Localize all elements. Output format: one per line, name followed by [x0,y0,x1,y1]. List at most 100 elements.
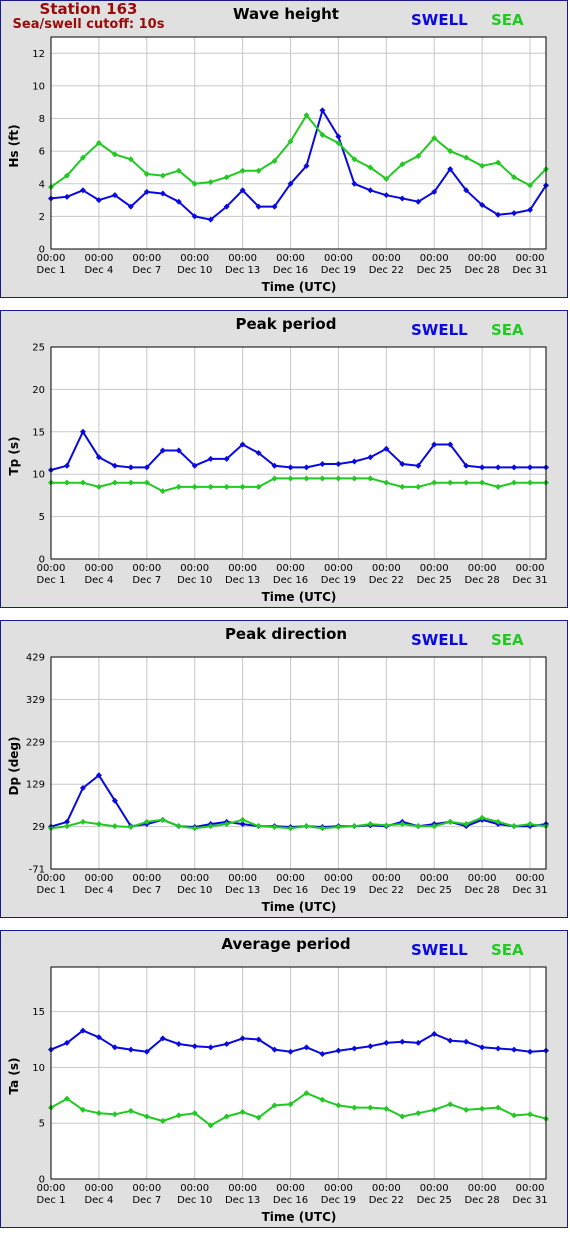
y-tick-label: 2 [39,212,45,223]
x-tick-time: 00:00 [372,1183,401,1194]
average-period-panel: 0 5 10 15 00:00 Dec 1 00:00 Dec 4 00:00 Dec 7 00:0… [0,930,568,1228]
y-tick-label: 329 [26,695,45,706]
x-tick-date: Dec 13 [225,1195,260,1206]
y-tick-label: 15 [32,1007,45,1018]
chart-title: Wave height [233,5,339,23]
x-tick-time: 00:00 [84,873,113,884]
x-tick-date: Dec 7 [132,885,161,896]
legend-sea: SEA [491,321,524,339]
x-tick-time: 00:00 [516,873,545,884]
x-tick-time: 00:00 [516,1183,545,1194]
x-tick-date: Dec 31 [512,885,547,896]
x-tick-date: Dec 4 [84,885,113,896]
y-tick-label: 5 [39,512,45,523]
y-axis-label: Hs (ft) [7,124,21,168]
x-tick-date: Dec 16 [273,1195,308,1206]
x-tick-time: 00:00 [132,1183,161,1194]
y-tick-label: 25 [32,343,45,354]
x-tick-time: 00:00 [228,873,257,884]
x-tick-time: 00:00 [372,873,401,884]
plot-area [51,347,546,559]
x-tick-date: Dec 4 [84,265,113,276]
x-tick-date: Dec 13 [225,265,260,276]
legend-swell: SWELL [411,941,468,959]
x-tick-time: 00:00 [132,873,161,884]
x-tick-date: Dec 13 [225,885,260,896]
x-tick-time: 00:00 [276,253,305,264]
x-tick-time: 00:00 [372,253,401,264]
y-tick-label: 15 [32,427,45,438]
x-axis-label: Time (UTC) [261,1210,337,1224]
x-tick-date: Dec 10 [177,1195,212,1206]
x-tick-date: Dec 28 [464,265,499,276]
x-tick-date: Dec 28 [464,575,499,586]
wave-height-panel: 0 2 4 6 8 10 12 00:00 Dec 1 00:00 Dec 4 00:00 Dec 70… [0,0,568,298]
y-tick-label: 20 [32,385,45,396]
x-tick-time: 00:00 [468,253,497,264]
x-tick-date: Dec 16 [273,575,308,586]
chart-title: Peak direction [224,625,348,643]
peak-period-chart: 051015202500:00Dec 100:00Dec 400:00Dec 7… [32,343,549,586]
x-tick-date: Dec 22 [369,575,404,586]
plot-area [51,657,546,869]
y-tick-label: 5 [39,1119,45,1130]
x-tick-time: 00:00 [420,563,449,574]
x-tick-time: 00:00 [420,253,449,264]
y-axis-label: Ta (s) [7,1057,21,1095]
peak-direction-chart: -712912922932942900:00Dec 100:00Dec 400:… [26,653,549,896]
x-tick-time: 00:00 [37,563,66,574]
y-tick-label: 29 [32,822,45,833]
plot-area [51,37,546,249]
x-tick-date: Dec 25 [417,265,452,276]
y-tick-label: 6 [39,147,45,158]
x-tick-date: Dec 1 [37,265,66,276]
chart-title: Average period [221,935,351,953]
peak-period-panel: 0 5 10 15 20 25 00:00 Dec 1 00:00 Dec 4 00:00 Dec 7… [0,310,568,608]
y-tick-label: 8 [39,114,45,125]
x-tick-date: Dec 1 [37,575,66,586]
x-tick-date: Dec 31 [512,575,547,586]
x-tick-date: Dec 28 [464,885,499,896]
x-tick-date: Dec 10 [177,885,212,896]
x-tick-time: 00:00 [228,1183,257,1194]
x-tick-date: Dec 25 [417,1195,452,1206]
x-tick-time: 00:00 [324,1183,353,1194]
plot-area [51,967,546,1179]
x-tick-time: 00:00 [180,253,209,264]
x-tick-date: Dec 28 [464,1195,499,1206]
x-tick-time: 00:00 [420,1183,449,1194]
x-tick-time: 00:00 [132,563,161,574]
cutoff-label: Sea/swell cutoff: 10s [12,17,165,32]
x-tick-date: Dec 19 [321,1195,356,1206]
x-axis-label: Time (UTC) [261,590,337,604]
x-tick-date: Dec 22 [369,1195,404,1206]
x-tick-time: 00:00 [228,563,257,574]
x-tick-time: 00:00 [516,253,545,264]
x-tick-date: Dec 25 [417,575,452,586]
x-tick-date: Dec 16 [273,885,308,896]
average-period-chart: 05101500:00Dec 100:00Dec 400:00Dec 700:0… [32,966,549,1206]
x-tick-date: Dec 4 [84,1195,113,1206]
x-tick-date: Dec 1 [37,885,66,896]
y-axis-label: Tp (s) [7,436,21,476]
x-tick-time: 00:00 [276,873,305,884]
x-tick-time: 00:00 [372,563,401,574]
x-tick-time: 00:00 [37,1183,66,1194]
y-tick-label: 10 [32,470,45,481]
legend-sea: SEA [491,11,524,29]
x-tick-time: 00:00 [420,873,449,884]
x-tick-date: Dec 16 [273,265,308,276]
x-tick-time: 00:00 [276,563,305,574]
x-tick-date: Dec 7 [132,265,161,276]
x-tick-date: Dec 22 [369,265,404,276]
y-tick-label: 4 [39,179,45,190]
x-tick-time: 00:00 [516,563,545,574]
y-tick-label: 229 [26,737,45,748]
x-tick-date: Dec 10 [177,265,212,276]
x-axis-label: Time (UTC) [261,900,337,914]
x-tick-time: 00:00 [324,253,353,264]
wave-height-chart: 02468101200:00Dec 100:00Dec 400:00Dec 70… [32,36,549,276]
x-tick-date: Dec 10 [177,575,212,586]
y-tick-label: 12 [32,49,45,60]
x-tick-time: 00:00 [324,873,353,884]
